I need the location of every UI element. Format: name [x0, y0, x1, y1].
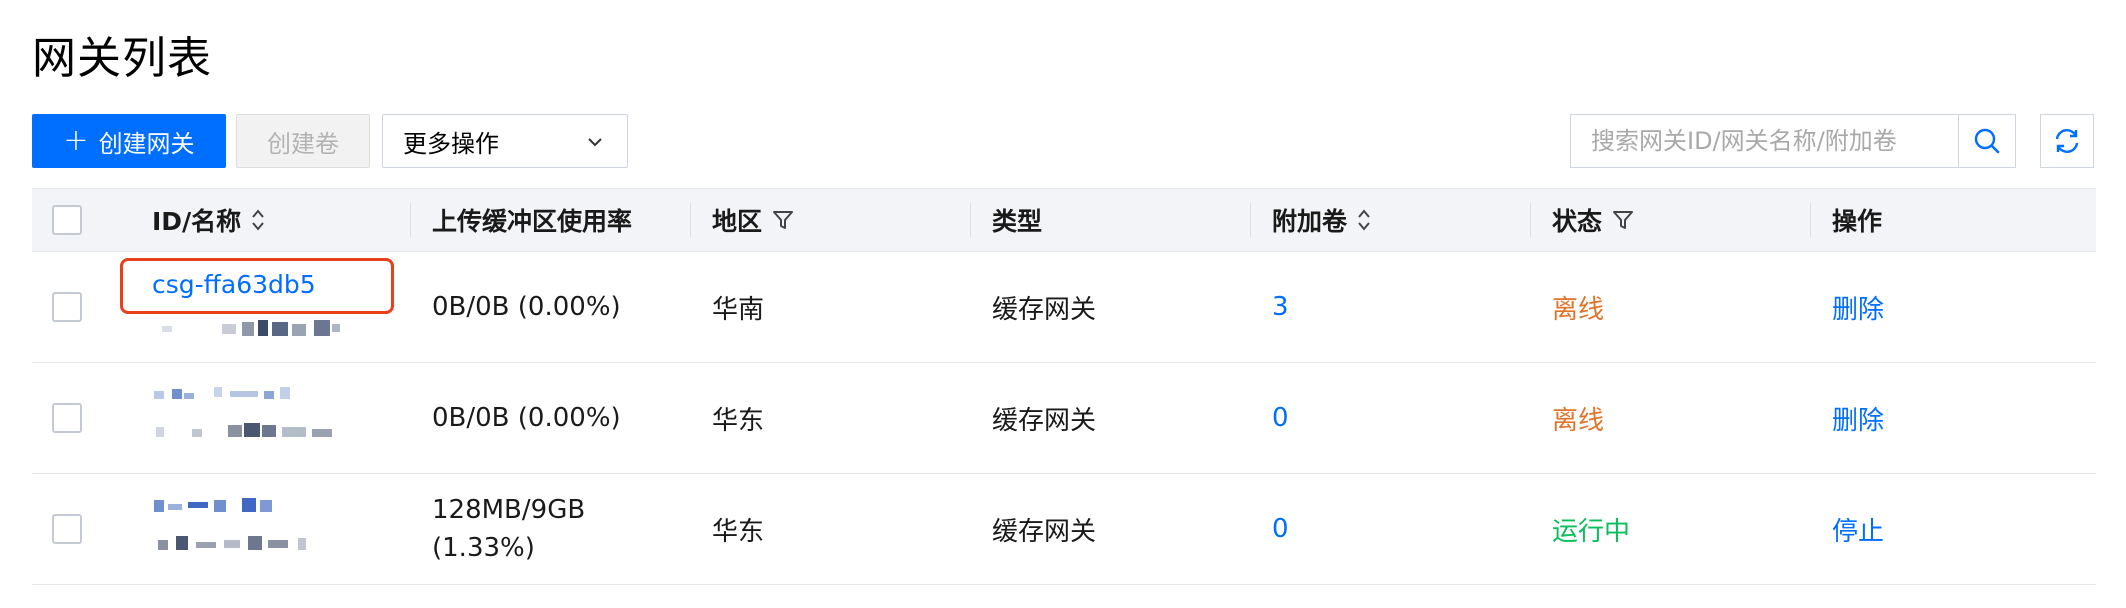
table-row: csg-ffa63db5 0B/0B (0.00%) 华南 缓存网关 3 离线 …	[32, 252, 2096, 363]
gateway-id-link[interactable]: csg-ffa63db5	[152, 270, 316, 299]
column-volumes[interactable]: 附加卷	[1272, 189, 1371, 251]
column-divider	[690, 203, 691, 237]
column-status-label: 状态	[1552, 207, 1603, 236]
column-type-label: 类型	[992, 207, 1043, 236]
gateway-name-redacted	[152, 496, 342, 562]
sort-icon[interactable]	[251, 208, 265, 232]
more-actions-label: 更多操作	[403, 129, 499, 158]
status-badge: 离线	[1552, 294, 1605, 325]
select-all-checkbox[interactable]	[52, 205, 82, 235]
toolbar: + 创建网关 创建卷 更多操作	[32, 114, 2096, 168]
type-value: 缓存网关	[992, 294, 1097, 325]
column-divider	[1250, 203, 1251, 237]
upload-buffer-usage: 128MB/9GB (1.33%)	[432, 474, 585, 584]
create-gateway-label: 创建网关	[98, 129, 195, 158]
filter-icon[interactable]	[772, 209, 794, 231]
page: 网关列表 + 创建网关 创建卷 更多操作 搜索网关ID/网关名称/附加卷 ID/…	[0, 0, 2126, 608]
column-upload-buffer-label: 上传缓冲区使用率	[432, 207, 633, 236]
usage-amount: 128MB/9GB	[432, 495, 586, 525]
refresh-icon	[2055, 129, 2079, 153]
column-volumes-label: 附加卷	[1272, 207, 1348, 236]
create-gateway-button[interactable]: + 创建网关	[32, 114, 226, 168]
column-actions: 操作	[1832, 189, 1882, 251]
search-box	[1570, 114, 2016, 168]
page-title: 网关列表	[32, 33, 212, 84]
status-badge: 运行中	[1552, 516, 1631, 547]
region-value: 华东	[712, 516, 765, 547]
gateway-name-redacted	[152, 385, 342, 451]
table-header: ID/名称 上传缓冲区使用率 地区 类型 附加卷 状态 操作	[32, 188, 2096, 252]
column-divider	[1810, 203, 1811, 237]
column-divider	[1530, 203, 1531, 237]
volumes-count-link[interactable]: 3	[1272, 252, 1289, 362]
column-divider	[410, 203, 411, 237]
create-volume-label: 创建卷	[267, 129, 339, 158]
column-actions-label: 操作	[1832, 207, 1883, 236]
column-type: 类型	[992, 189, 1042, 251]
column-id-name-label: ID/名称	[152, 207, 242, 236]
type-value: 缓存网关	[992, 405, 1097, 436]
row-checkbox[interactable]	[52, 292, 82, 322]
search-button[interactable]	[1958, 115, 2015, 167]
stop-link[interactable]: 停止	[1832, 474, 1884, 584]
refresh-button[interactable]	[2040, 114, 2094, 168]
delete-link[interactable]: 删除	[1832, 252, 1884, 362]
row-checkbox[interactable]	[52, 514, 82, 544]
region-value: 华东	[712, 405, 765, 436]
upload-buffer-usage: 0B/0B (0.00%)	[432, 403, 621, 433]
more-actions-dropdown[interactable]: 更多操作	[382, 114, 628, 168]
search-icon	[1974, 128, 2000, 154]
volumes-count-link[interactable]: 0	[1272, 474, 1289, 584]
chevron-down-icon	[588, 138, 602, 147]
region-value: 华南	[712, 294, 765, 325]
delete-link[interactable]: 删除	[1832, 363, 1884, 473]
gateway-name-redacted	[152, 316, 342, 340]
volumes-count-link[interactable]: 0	[1272, 363, 1289, 473]
table-row: 128MB/9GB (1.33%) 华东 缓存网关 0 运行中 停止	[32, 474, 2096, 585]
column-status[interactable]: 状态	[1552, 189, 1634, 251]
gateway-table: ID/名称 上传缓冲区使用率 地区 类型 附加卷 状态 操作 csg-ffa63…	[32, 188, 2096, 585]
row-checkbox[interactable]	[52, 403, 82, 433]
type-value: 缓存网关	[992, 516, 1097, 547]
column-upload-buffer: 上传缓冲区使用率	[432, 189, 632, 251]
plus-icon: +	[63, 123, 89, 158]
sort-icon[interactable]	[1357, 208, 1371, 232]
search-input[interactable]	[1571, 115, 1957, 167]
column-region[interactable]: 地区	[712, 189, 794, 251]
table-row: 0B/0B (0.00%) 华东 缓存网关 0 离线 删除	[32, 363, 2096, 474]
column-id-name[interactable]: ID/名称	[152, 189, 265, 251]
usage-percent: (1.33%)	[432, 533, 535, 563]
status-badge: 离线	[1552, 405, 1605, 436]
column-region-label: 地区	[712, 207, 763, 236]
column-divider	[970, 203, 971, 237]
upload-buffer-usage: 0B/0B (0.00%)	[432, 292, 621, 322]
filter-icon[interactable]	[1612, 209, 1634, 231]
create-volume-button[interactable]: 创建卷	[236, 114, 370, 168]
